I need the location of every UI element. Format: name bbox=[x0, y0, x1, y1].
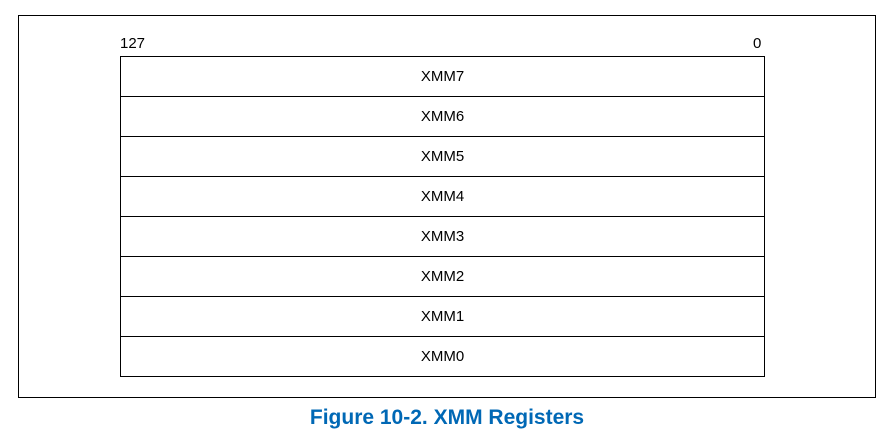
register-xmm0: XMM0 bbox=[420, 348, 465, 365]
register-xmm3: XMM3 bbox=[121, 217, 764, 257]
register-xmm7: XMM7 bbox=[121, 57, 764, 97]
register-xmm5: XMM5 bbox=[121, 137, 764, 177]
register-xmm2: XMM2 bbox=[121, 257, 764, 297]
register-xmm4: XMM4 bbox=[121, 177, 764, 217]
register-xmm1: XMM1 bbox=[121, 297, 764, 337]
bit-label-high: 127 bbox=[120, 35, 146, 52]
register-xmm6: XMM6 bbox=[121, 97, 764, 137]
bit-label-low: 0 bbox=[753, 35, 762, 52]
register-stack: XMM7 XMM6 XMM5 XMM4 XMM3 XMM2 XMM1 XMM0 bbox=[120, 56, 765, 377]
figure-caption: Figure 10-2. XMM Registers bbox=[309, 406, 585, 429]
